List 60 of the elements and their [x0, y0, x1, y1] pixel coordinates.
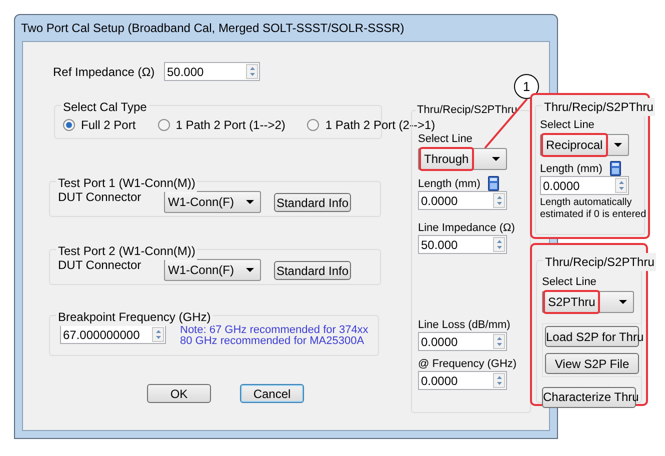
radio-option[interactable]: 1 Path 2 Port (1-->2) [158, 116, 286, 134]
button[interactable]: View S2P File [545, 353, 639, 374]
hint-text: Length automatically estimated if 0 is entered [540, 197, 648, 221]
caret-icon [492, 157, 500, 161]
number-field[interactable]: 0.0000 [418, 332, 507, 351]
button[interactable]: Characterize Thru [542, 386, 636, 408]
spin-arrows-icon[interactable] [248, 66, 256, 77]
radio-button[interactable] [158, 119, 170, 131]
field-label: Length (mm) [540, 162, 602, 176]
spin-arrows-icon[interactable] [496, 239, 502, 250]
dropdown[interactable]: W1-Conn(F) [164, 191, 261, 213]
field-label: Select Line [542, 275, 598, 289]
calculator-icon[interactable] [488, 176, 500, 191]
radio-button[interactable] [63, 119, 75, 131]
field-label: DUT Connector [58, 258, 142, 274]
button[interactable]: Standard Info [274, 261, 351, 280]
group-title: Thru/Recip/S2PThru [416, 103, 518, 117]
spin-arrows-icon[interactable] [496, 195, 502, 206]
radio-button[interactable] [307, 119, 320, 131]
button[interactable]: Standard Info [274, 193, 351, 212]
group-title: Thru/Recip/S2PThru [543, 253, 656, 271]
caret-icon [619, 300, 627, 304]
radio-option[interactable]: Full 2 Port [63, 116, 136, 134]
spin-arrows-icon[interactable] [496, 375, 502, 386]
number-field[interactable]: 0.0000 [418, 191, 507, 210]
field-label: @ Frequency (GHz) [418, 357, 518, 371]
number-field[interactable]: 0.0000 [418, 371, 507, 390]
group-title: Thru/Recip/S2PThru [542, 98, 656, 116]
caret-icon [246, 200, 254, 204]
field-label: Length (mm) [418, 176, 480, 190]
spin-button[interactable] [493, 237, 505, 252]
caret-icon [614, 143, 622, 147]
number-field[interactable]: 50.000 [164, 62, 260, 81]
spin-arrows-icon[interactable] [154, 329, 162, 340]
field-label: Ref Impedance (Ω) [52, 64, 156, 80]
field-label: Line Impedance (Ω) [418, 221, 516, 235]
field-label: Select Line [540, 118, 596, 132]
note-text: Note: 67 GHz recommended for 374xx 80 GHz recommended for MA25300A [180, 325, 368, 347]
field-label: Select Line [418, 132, 474, 146]
radio-option[interactable]: 1 Path 2 Port (2-->1) [307, 116, 436, 134]
number-field[interactable]: 50.000 [418, 235, 507, 254]
dropdown[interactable]: Reciprocal [540, 134, 629, 156]
caret-icon [246, 268, 254, 272]
window-title: Two Port Cal Setup (Broadband Cal, Merged SOLT-SSST/SOLR-SSSR) [21, 20, 406, 37]
field-label: Line Loss (dB/mm) [418, 318, 512, 332]
dropdown[interactable]: S2PThru [542, 291, 634, 313]
spin-button[interactable] [493, 334, 505, 349]
button[interactable]: OK [147, 384, 211, 403]
dropdown[interactable]: Through [418, 148, 507, 170]
button[interactable]: Cancel [240, 384, 304, 403]
spin-button[interactable] [246, 64, 258, 79]
spin-arrows-icon[interactable] [496, 336, 502, 347]
calculator-icon[interactable] [610, 161, 622, 176]
spin-button[interactable] [152, 327, 164, 342]
spin-button[interactable] [493, 373, 505, 388]
number-field[interactable]: 67.000000000 [60, 325, 166, 344]
number-field[interactable]: 0.0000 [540, 176, 629, 195]
spin-arrows-icon[interactable] [618, 180, 624, 191]
field-label: DUT Connector [58, 190, 142, 206]
dropdown[interactable]: W1-Conn(F) [164, 259, 261, 281]
